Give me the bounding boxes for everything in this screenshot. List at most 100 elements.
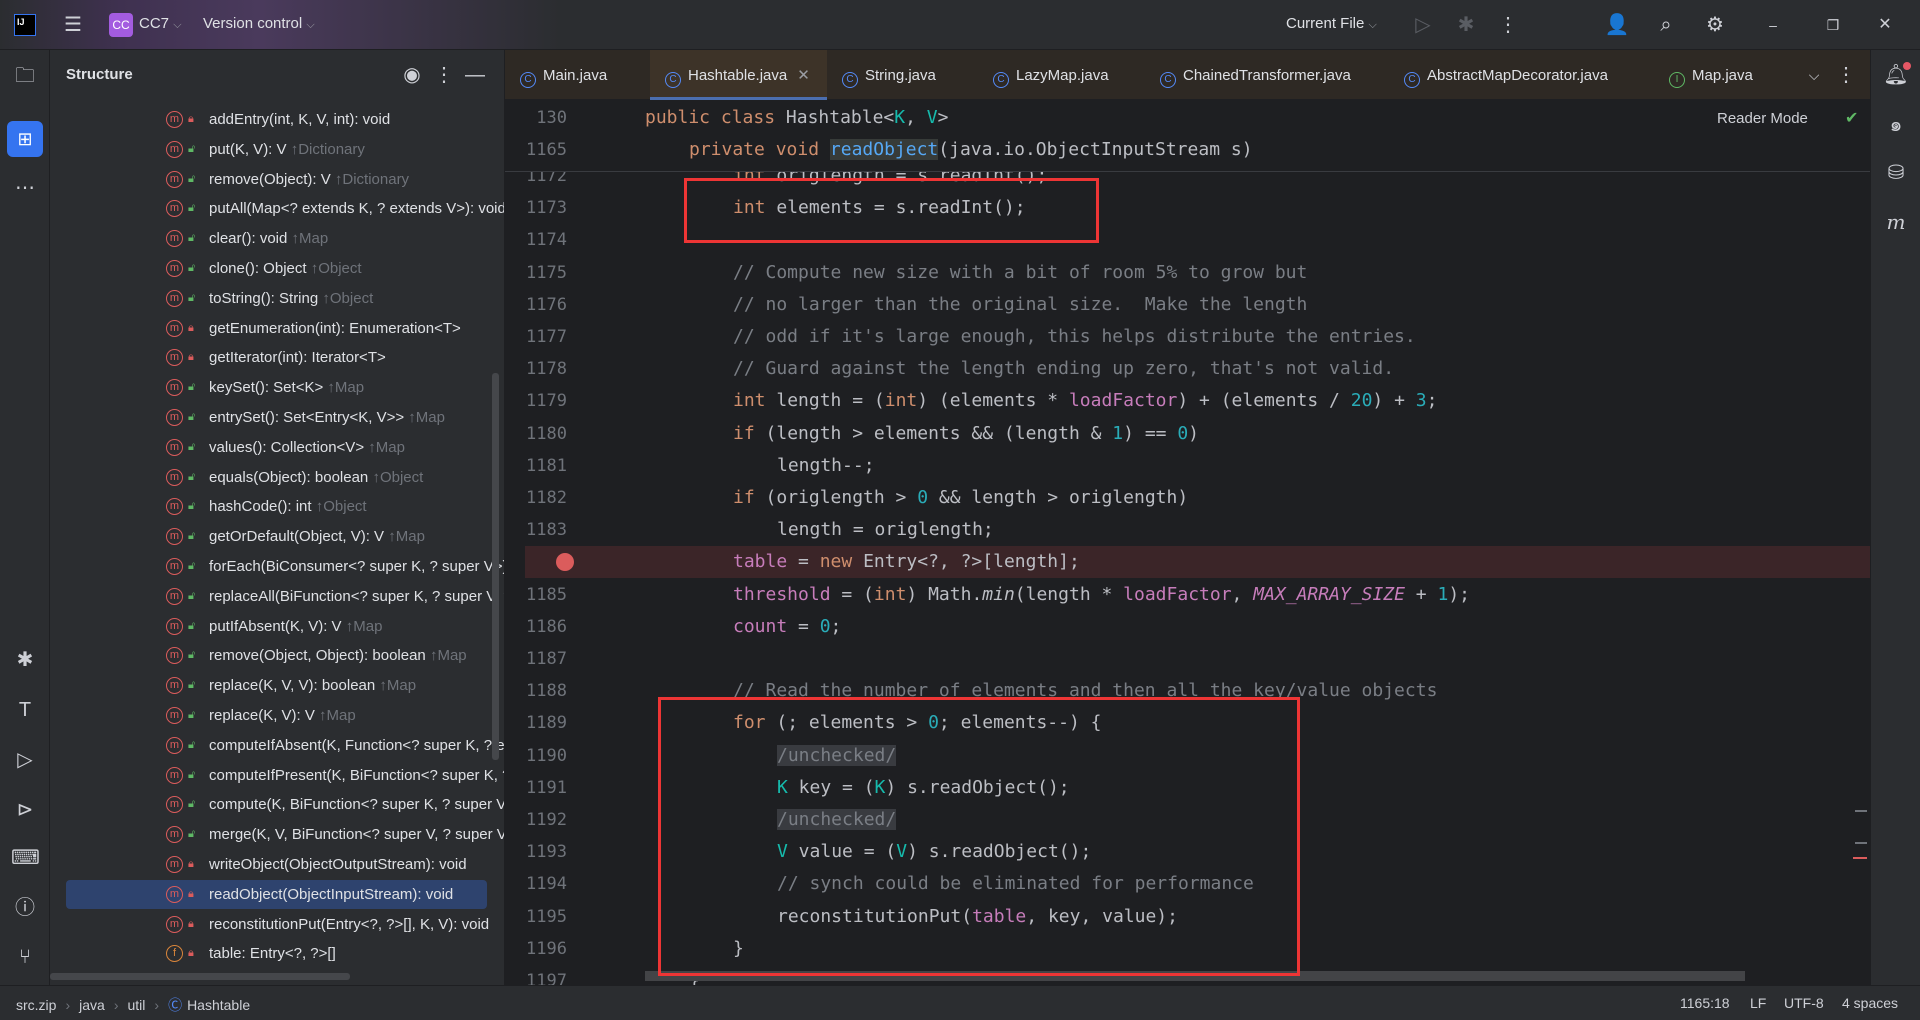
- structure-item[interactable]: m 🔓︎ clear(): void ↑Map: [66, 224, 504, 253]
- tabs-more-icon[interactable]: ⋮: [1832, 63, 1860, 87]
- breadcrumb-item[interactable]: src.zip: [16, 997, 56, 1013]
- item-signature: replace(K, V): V: [209, 707, 315, 724]
- caret-position[interactable]: 1165:18: [1680, 995, 1730, 1011]
- inherited-from: ↑Map: [345, 617, 383, 635]
- method-icon: m: [166, 915, 183, 933]
- structure-item[interactable]: m 🔓︎ toString(): String ↑Object: [66, 284, 504, 313]
- structure-item-label: equals(Object): boolean ↑Object: [209, 463, 423, 492]
- line-separator[interactable]: LF: [1750, 995, 1766, 1011]
- panel-options-icon[interactable]: ⋮: [430, 63, 458, 87]
- breadcrumb-item[interactable]: util: [127, 997, 145, 1013]
- vcs-menu[interactable]: Version control ⌵: [203, 15, 315, 32]
- debug-icon[interactable]: ✱: [1452, 13, 1480, 37]
- structure-item[interactable]: m 🔓︎ forEach(BiConsumer<? super K, ? super…: [66, 552, 504, 581]
- structure-item[interactable]: m 🔓︎ remove(Object, Object): boolean ↑Map: [66, 641, 504, 670]
- more-icon[interactable]: ⋮: [1494, 13, 1522, 37]
- tab-hashtable-java[interactable]: C Hashtable.java ✕: [650, 50, 827, 100]
- structure-item[interactable]: m 🔓︎ keySet(): Set<K> ↑Map: [66, 373, 504, 402]
- structure-item[interactable]: m 🔒︎ getIterator(int): Iterator<T>: [66, 343, 504, 372]
- file-encoding[interactable]: UTF-8: [1784, 995, 1824, 1011]
- structure-item[interactable]: f 🔒︎ table: Entry<?, ?>[]: [66, 939, 504, 968]
- code-token: (length *: [1014, 583, 1124, 605]
- debug-tool-icon[interactable]: ✱: [11, 648, 39, 672]
- terminal-icon[interactable]: ⌨: [11, 846, 40, 870]
- item-signature: replaceAll(BiFunction<? super K, ? super…: [209, 587, 504, 605]
- structure-item[interactable]: m 🔓︎ put(K, V): V ↑Dictionary: [66, 135, 504, 164]
- settings-gear-icon[interactable]: ⚙: [1701, 13, 1729, 37]
- services-icon[interactable]: ⊳: [11, 798, 39, 822]
- structure-item[interactable]: m 🔓︎ equals(Object): boolean ↑Object: [66, 463, 504, 492]
- inherited-from: ↑Map: [327, 379, 365, 397]
- indent-setting[interactable]: 4 spaces: [1842, 995, 1898, 1011]
- breadcrumb-item[interactable]: java: [79, 997, 105, 1013]
- horizontal-scrollbar[interactable]: [50, 973, 350, 980]
- structure-item[interactable]: m 🔓︎ replace(K, V): V ↑Map: [66, 701, 504, 730]
- search-icon[interactable]: ⌕: [1652, 13, 1680, 37]
- structure-item[interactable]: m 🔓︎ putIfAbsent(K, V): V ↑Map: [66, 612, 504, 641]
- more-tools-icon[interactable]: ⋯: [11, 176, 39, 200]
- run-tool-icon[interactable]: ▷: [11, 748, 39, 772]
- problems-icon[interactable]: ⓘ: [11, 896, 39, 920]
- main-menu-icon[interactable]: ☰: [59, 13, 87, 37]
- tab-main-java[interactable]: C Main.java: [505, 50, 650, 100]
- structure-item[interactable]: m 🔓︎ clone(): Object ↑Object: [66, 254, 504, 283]
- run-icon[interactable]: ▷: [1409, 13, 1437, 37]
- structure-item[interactable]: m 🔒︎ readObject(ObjectInputStream): void: [66, 879, 487, 909]
- structure-item[interactable]: m 🔓︎ entrySet(): Set<Entry<K, V>> ↑Map: [66, 403, 504, 432]
- structure-item[interactable]: m 🔒︎ reconstitutionPut(Entry<?, ?>[], K, V…: [66, 910, 504, 939]
- tab-chainedtransformer-java[interactable]: C ChainedTransformer.java: [1145, 50, 1389, 100]
- reader-mode-button[interactable]: Reader Mode: [1717, 110, 1808, 127]
- app-logo[interactable]: IJ: [14, 14, 36, 36]
- right-tool-strip: 🔔︎ ๑ ⛁ m: [1870, 50, 1920, 985]
- view-options-eye-icon[interactable]: ◉: [398, 63, 426, 87]
- structure-item[interactable]: m 🔓︎ remove(Object): V ↑Dictionary: [66, 165, 504, 194]
- annotation-box-for-loop: [658, 697, 1300, 976]
- add-user-icon[interactable]: 👤: [1603, 13, 1631, 37]
- code-line: 1165 private void readObject(java.io.Obje…: [505, 134, 1870, 166]
- structure-item[interactable]: m 🔓︎ computeIfPresent(K, BiFunction<? supe…: [66, 761, 504, 790]
- minimize-button[interactable]: –: [1759, 13, 1787, 37]
- tab-string-java[interactable]: C String.java: [827, 50, 978, 100]
- structure-tool-button[interactable]: ⊞: [7, 121, 43, 157]
- tab-abstractmapdecorator-java[interactable]: C AbstractMapDecorator.java: [1389, 50, 1654, 100]
- close-tab-icon[interactable]: ✕: [797, 67, 810, 84]
- tabs-dropdown-icon[interactable]: ⌵: [1800, 63, 1828, 87]
- code-line: 1183 length = origlength;: [505, 514, 1870, 546]
- structure-item[interactable]: m 🔓︎ compute(K, BiFunction<? super K, ? su…: [66, 790, 504, 819]
- tab-lazymap-java[interactable]: C LazyMap.java: [978, 50, 1145, 100]
- structure-item[interactable]: m 🔒︎ writeObject(ObjectOutputStream): void: [66, 850, 504, 879]
- structure-item[interactable]: m 🔓︎ replaceAll(BiFunction<? super K, ? su…: [66, 582, 504, 611]
- structure-item[interactable]: m 🔓︎ getOrDefault(Object, V): V ↑Map: [66, 522, 504, 551]
- structure-item[interactable]: m 🔒︎ getEnumeration(int): Enumeration<T>: [66, 314, 504, 343]
- project-badge: CC: [109, 13, 133, 37]
- close-window-button[interactable]: ✕: [1871, 13, 1899, 37]
- item-signature: computeIfAbsent(K, Function<? super K, ?…: [209, 736, 505, 754]
- breakpoint-icon[interactable]: [556, 553, 574, 572]
- structure-item[interactable]: m 🔒︎ addEntry(int, K, V, int): void: [66, 105, 504, 134]
- ai-assistant-spiral-icon[interactable]: ๑: [1882, 113, 1910, 137]
- project-selector[interactable]: CC7 ⌵: [139, 15, 182, 32]
- project-folder-icon[interactable]: 🗀: [11, 64, 39, 88]
- hide-panel-icon[interactable]: —: [461, 63, 489, 87]
- vertical-scrollbar[interactable]: [492, 373, 499, 760]
- public-unlock-icon: 🔓︎: [188, 500, 196, 513]
- structure-item[interactable]: m 🔓︎ values(): Collection<V> ↑Map: [66, 433, 504, 462]
- no-problems-check-icon[interactable]: ✔: [1845, 108, 1858, 127]
- method-icon: m: [166, 289, 183, 307]
- database-icon[interactable]: ⛁: [1882, 161, 1910, 185]
- git-icon[interactable]: ⑂: [11, 945, 39, 969]
- code-text: // no larger than the original size. Mak…: [733, 289, 1307, 321]
- class-icon: C: [1404, 72, 1420, 88]
- restore-button[interactable]: ❐: [1819, 13, 1847, 37]
- structure-item[interactable]: m 🔓︎ computeIfAbsent(K, Function<? super K…: [66, 731, 505, 760]
- structure-item[interactable]: m 🔓︎ merge(K, V, BiFunction<? super V, ? s…: [66, 820, 504, 849]
- structure-item[interactable]: m 🔓︎ hashCode(): int ↑Object: [66, 492, 504, 521]
- run-config-selector[interactable]: Current File ⌵: [1286, 15, 1377, 32]
- structure-item[interactable]: m 🔓︎ replace(K, V, V): boolean ↑Map: [66, 671, 504, 700]
- structure-item[interactable]: m 🔓︎ putAll(Map<? extends K, ? extends V>)…: [66, 194, 504, 223]
- tab-label: Main.java: [543, 67, 608, 84]
- build-hammer-icon[interactable]: T: [11, 698, 39, 722]
- maven-m-icon[interactable]: m: [1882, 210, 1910, 234]
- breadcrumb-item[interactable]: Hashtable: [187, 997, 250, 1013]
- tab-map-java[interactable]: I Map.java: [1654, 50, 1774, 100]
